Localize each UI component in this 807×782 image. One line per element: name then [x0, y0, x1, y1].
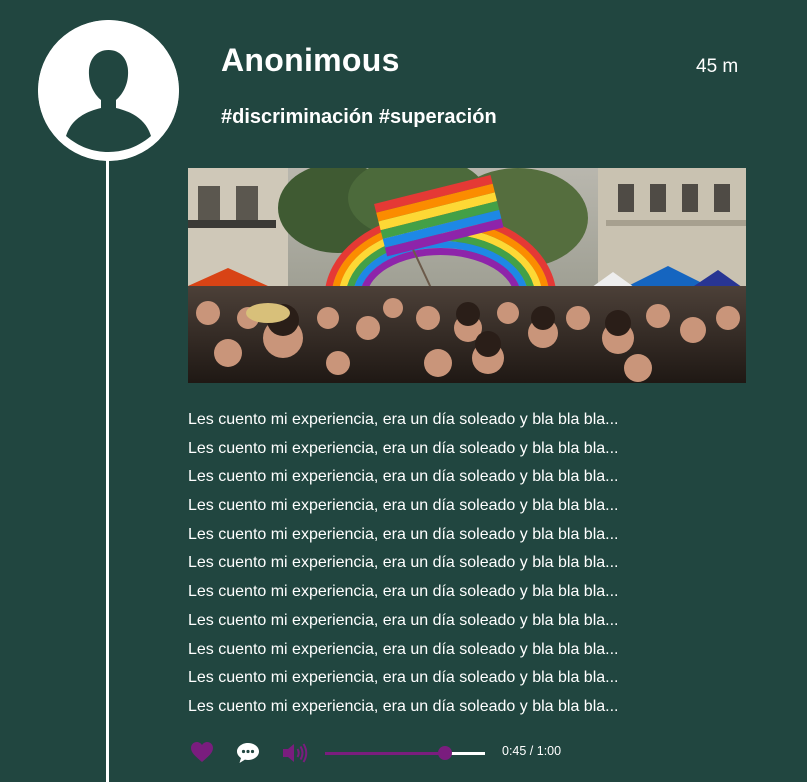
- volume-icon[interactable]: [281, 741, 308, 765]
- story-line: Les cuento mi experiencia, era un día so…: [188, 640, 619, 658]
- user-silhouette-icon: [38, 20, 179, 161]
- story-post: Anonimous 45 m #discriminación #superaci…: [0, 0, 807, 782]
- story-line: Les cuento mi experiencia, era un día so…: [188, 554, 619, 572]
- story-text: Les cuento mi experiencia, era un día so…: [188, 406, 768, 722]
- story-line: Les cuento mi experiencia, era un día so…: [188, 611, 619, 629]
- comment-icon[interactable]: [236, 741, 262, 765]
- story-line: Les cuento mi experiencia, era un día so…: [188, 697, 619, 715]
- author-name: Anonimous: [221, 42, 400, 78]
- post-timestamp: 45 m: [696, 56, 739, 77]
- story-line: Les cuento mi experiencia, era un día so…: [188, 411, 619, 428]
- story-line: Les cuento mi experiencia, era un día so…: [188, 669, 619, 687]
- avatar: [38, 20, 179, 161]
- audio-time: 0:45 / 1:00: [502, 744, 562, 758]
- story-line: Les cuento mi experiencia, era un día so…: [188, 525, 619, 543]
- post-hashtags[interactable]: #discriminación #superación: [221, 106, 497, 129]
- post-photo: [188, 168, 746, 383]
- story-line: Les cuento mi experiencia, era un día so…: [188, 583, 619, 601]
- seek-thumb[interactable]: [438, 746, 452, 760]
- story-line: Les cuento mi experiencia, era un día so…: [188, 468, 619, 486]
- audio-seek-slider[interactable]: [325, 743, 485, 763]
- seek-progress: [325, 752, 445, 755]
- story-line: Les cuento mi experiencia, era un día so…: [188, 439, 619, 457]
- story-line: Les cuento mi experiencia, era un día so…: [188, 497, 619, 515]
- pride-crowd-photo-icon: [188, 168, 746, 383]
- heart-icon[interactable]: [190, 741, 216, 765]
- post-actions: 0:45 / 1:00: [188, 738, 608, 768]
- timeline-line: [106, 150, 109, 782]
